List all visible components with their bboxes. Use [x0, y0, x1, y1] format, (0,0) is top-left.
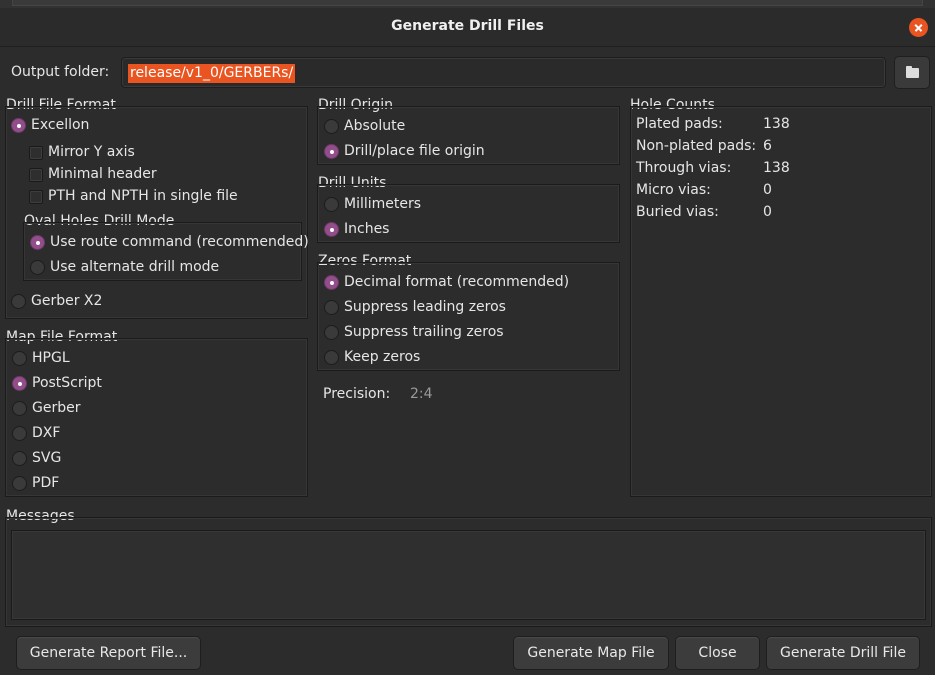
units-millimeters-label: Millimeters [344, 196, 422, 212]
folder-icon [906, 66, 919, 78]
map-hpgl-radio[interactable] [12, 351, 27, 366]
excellon-radio[interactable] [11, 118, 26, 133]
buried-vias-value: 0 [763, 204, 772, 220]
mirror-y-label: Mirror Y axis [48, 144, 135, 160]
map-pdf-radio[interactable] [12, 476, 27, 491]
map-pdf-label: PDF [32, 475, 60, 491]
output-folder-label: Output folder: [11, 64, 110, 80]
zeros-suppress-leading-radio[interactable] [324, 300, 339, 315]
origin-drill-place-label: Drill/place file origin [344, 143, 485, 159]
zeros-keep-label: Keep zeros [344, 349, 421, 365]
messages-textarea[interactable] [11, 530, 926, 620]
generate-drill-button[interactable]: Generate Drill File [766, 636, 920, 670]
map-dxf-label: DXF [32, 425, 61, 441]
buried-vias-label: Buried vias: [636, 204, 719, 220]
close-window-icon[interactable] [909, 18, 928, 37]
origin-absolute-radio[interactable] [324, 119, 339, 134]
through-vias-label: Through vias: [636, 160, 732, 176]
map-dxf-radio[interactable] [12, 426, 27, 441]
minimal-header-checkbox[interactable] [29, 168, 43, 182]
gerber-x2-label: Gerber X2 [31, 293, 103, 309]
gerber-x2-radio[interactable] [11, 294, 26, 309]
route-command-label: Use route command (recommended) [50, 234, 309, 250]
micro-vias-label: Micro vias: [636, 182, 711, 198]
zeros-suppress-leading-label: Suppress leading zeros [344, 299, 506, 315]
mirror-y-checkbox[interactable] [29, 146, 43, 160]
origin-absolute-label: Absolute [344, 118, 406, 134]
zeros-keep-radio[interactable] [324, 350, 339, 365]
window-title: Generate Drill Files [391, 18, 544, 34]
through-vias-value: 138 [763, 160, 790, 176]
minimal-header-label: Minimal header [48, 166, 157, 182]
route-command-radio[interactable] [30, 235, 45, 250]
plated-pads-label: Plated pads: [636, 116, 723, 132]
alternate-drill-label: Use alternate drill mode [50, 259, 220, 275]
micro-vias-value: 0 [763, 182, 772, 198]
pth-npth-single-checkbox[interactable] [29, 190, 43, 204]
non-plated-pads-value: 6 [763, 138, 772, 154]
close-button[interactable]: Close [675, 636, 760, 670]
zeros-suppress-trailing-label: Suppress trailing zeros [344, 324, 504, 340]
precision-label: Precision: [323, 386, 391, 402]
generate-map-button[interactable]: Generate Map File [513, 636, 669, 670]
map-svg-radio[interactable] [12, 451, 27, 466]
map-gerber-label: Gerber [32, 400, 81, 416]
non-plated-pads-label: Non-plated pads: [636, 138, 757, 154]
map-svg-label: SVG [32, 450, 62, 466]
excellon-label: Excellon [31, 117, 90, 133]
generate-report-button[interactable]: Generate Report File... [16, 636, 201, 670]
map-gerber-radio[interactable] [12, 401, 27, 416]
zeros-decimal-radio[interactable] [324, 275, 339, 290]
zeros-suppress-trailing-radio[interactable] [324, 325, 339, 340]
units-millimeters-radio[interactable] [324, 197, 339, 212]
units-inches-radio[interactable] [324, 222, 339, 237]
map-postscript-radio[interactable] [12, 376, 27, 391]
zeros-decimal-label: Decimal format (recommended) [344, 274, 570, 290]
output-folder-value: release/v1_0/GERBERs/ [128, 64, 296, 83]
map-postscript-label: PostScript [32, 375, 102, 391]
output-folder-input[interactable]: release/v1_0/GERBERs/ [121, 57, 886, 88]
precision-value: 2:4 [410, 386, 433, 402]
pth-npth-single-label: PTH and NPTH in single file [48, 188, 238, 204]
background-window-edge [0, 0, 935, 8]
title-bar: Generate Drill Files [0, 8, 935, 47]
units-inches-label: Inches [344, 221, 390, 237]
origin-drill-place-radio[interactable] [324, 144, 339, 159]
browse-folder-button[interactable] [894, 56, 930, 89]
plated-pads-value: 138 [763, 116, 790, 132]
alternate-drill-radio[interactable] [30, 260, 45, 275]
map-hpgl-label: HPGL [32, 350, 70, 366]
